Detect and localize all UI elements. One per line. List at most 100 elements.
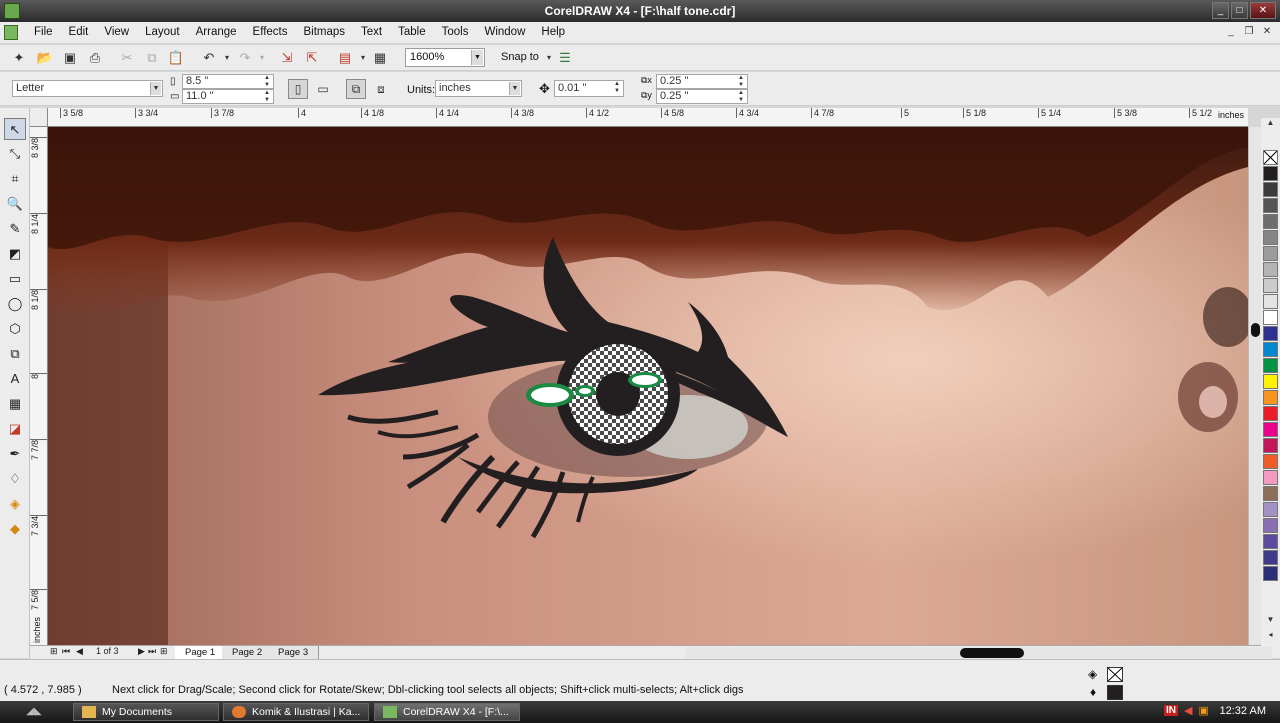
units-select[interactable]: inches ▼ bbox=[435, 80, 522, 97]
insert-page-after-icon[interactable]: ⊞ bbox=[160, 646, 168, 657]
taskbar-item-coreldraw[interactable]: CorelDRAW X4 - [F:\... bbox=[374, 703, 520, 721]
horizontal-scroll-thumb[interactable] bbox=[960, 648, 1024, 658]
vertical-ruler[interactable]: 8 3/8 8 1/4 8 1/8 8 7 7/8 7 3/4 7 5/8 in… bbox=[30, 127, 48, 645]
taskbar-item-my-documents[interactable]: My Documents bbox=[73, 703, 219, 721]
chevron-down-icon[interactable]: ▼ bbox=[471, 50, 483, 65]
color-swatch[interactable] bbox=[1263, 502, 1278, 517]
interactive-fill-tool-icon[interactable]: ◆ bbox=[4, 518, 26, 540]
menu-edit[interactable]: Edit bbox=[61, 26, 97, 38]
color-swatch[interactable] bbox=[1263, 566, 1278, 581]
doc-restore-button[interactable]: ❐ bbox=[1242, 25, 1256, 39]
paper-type-select[interactable]: Letter ▼ bbox=[12, 80, 163, 97]
language-indicator[interactable]: IN bbox=[1164, 705, 1178, 716]
application-launcher-icon[interactable]: ▤ bbox=[336, 49, 354, 67]
color-swatch[interactable] bbox=[1263, 358, 1278, 373]
color-swatch[interactable] bbox=[1263, 198, 1278, 213]
export-icon[interactable]: ⇱ bbox=[303, 49, 321, 67]
first-page-icon[interactable]: ⏮ bbox=[62, 646, 70, 657]
no-color-swatch[interactable] bbox=[1263, 150, 1278, 165]
outline-tool-icon[interactable]: ♢ bbox=[4, 468, 26, 490]
start-button[interactable]: ◢◣ bbox=[4, 703, 64, 721]
all-pages-icon[interactable]: ⧉ bbox=[346, 79, 366, 99]
basic-shapes-tool-icon[interactable]: ⧉ bbox=[4, 343, 26, 365]
duplicate-distance-x-field[interactable]: 0.25 " ▲ ▼ bbox=[656, 74, 748, 89]
options-icon[interactable]: ☰ bbox=[556, 49, 574, 67]
doc-close-button[interactable]: ✕ bbox=[1260, 25, 1274, 39]
open-folder-icon[interactable]: 📂 bbox=[36, 49, 54, 67]
vertical-scroll-thumb[interactable] bbox=[1251, 323, 1260, 337]
fill-outline-indicator[interactable]: ◈ ♦ bbox=[1087, 664, 1127, 700]
color-swatch[interactable] bbox=[1263, 182, 1278, 197]
new-document-icon[interactable]: ✦ bbox=[10, 49, 28, 67]
horizontal-ruler[interactable]: 3 5/8 3 3/4 3 7/8 4 4 1/8 4 1/4 4 3/8 4 … bbox=[48, 108, 1248, 127]
document-icon[interactable] bbox=[4, 25, 18, 40]
color-swatch[interactable] bbox=[1263, 294, 1278, 309]
menu-view[interactable]: View bbox=[96, 26, 137, 38]
crop-tool-icon[interactable]: ⌗ bbox=[4, 168, 26, 190]
menu-effects[interactable]: Effects bbox=[245, 26, 296, 38]
color-swatch[interactable] bbox=[1263, 406, 1278, 421]
interactive-blend-tool-icon[interactable]: ◪ bbox=[4, 418, 26, 440]
redo-dropdown-icon[interactable]: ▾ bbox=[253, 49, 271, 67]
ellipse-tool-icon[interactable]: ◯ bbox=[4, 293, 26, 315]
spinner-arrows-icon[interactable]: ▲ ▼ bbox=[262, 75, 272, 90]
tray-media-icon[interactable]: ▣ bbox=[1198, 704, 1208, 717]
chevron-down-icon[interactable]: ▼ bbox=[150, 82, 161, 95]
color-swatch[interactable] bbox=[1263, 262, 1278, 277]
menu-help[interactable]: Help bbox=[533, 26, 573, 38]
menu-table[interactable]: Table bbox=[390, 26, 434, 38]
color-swatch[interactable] bbox=[1263, 390, 1278, 405]
color-swatch[interactable] bbox=[1263, 374, 1278, 389]
vertical-scrollbar[interactable] bbox=[1248, 127, 1261, 645]
previous-page-icon[interactable]: ◀ bbox=[76, 646, 83, 657]
menu-arrange[interactable]: Arrange bbox=[188, 26, 245, 38]
drawing-canvas[interactable] bbox=[48, 127, 1248, 645]
copy-icon[interactable]: ⧉ bbox=[143, 49, 161, 67]
color-swatch[interactable] bbox=[1263, 342, 1278, 357]
portrait-orientation-icon[interactable]: ▯ bbox=[288, 79, 308, 99]
color-swatch[interactable] bbox=[1263, 486, 1278, 501]
page-width-field[interactable]: 8.5 " ▲ ▼ bbox=[182, 74, 274, 89]
tab-page-1[interactable]: Page 1 bbox=[175, 646, 227, 659]
polygon-tool-icon[interactable]: ⬡ bbox=[4, 318, 26, 340]
page-height-field[interactable]: 11.0 " ▲ ▼ bbox=[182, 89, 274, 104]
undo-dropdown-icon[interactable]: ▾ bbox=[218, 49, 236, 67]
spinner-arrows-icon[interactable]: ▲ ▼ bbox=[736, 90, 746, 105]
ruler-origin[interactable] bbox=[30, 108, 48, 127]
color-swatch[interactable] bbox=[1263, 438, 1278, 453]
color-swatch[interactable] bbox=[1263, 534, 1278, 549]
chevron-down-icon[interactable]: ▼ bbox=[509, 82, 520, 95]
menu-layout[interactable]: Layout bbox=[137, 26, 188, 38]
save-icon[interactable]: ▣ bbox=[61, 49, 79, 67]
eyedropper-tool-icon[interactable]: ✒ bbox=[4, 443, 26, 465]
next-page-icon[interactable]: ▶ bbox=[138, 646, 145, 657]
shape-tool-icon[interactable]: ⤡ bbox=[4, 143, 26, 165]
menu-bitmaps[interactable]: Bitmaps bbox=[295, 26, 353, 38]
color-swatch[interactable] bbox=[1263, 326, 1278, 341]
color-swatch[interactable] bbox=[1263, 310, 1278, 325]
color-swatch[interactable] bbox=[1263, 454, 1278, 469]
fill-tool-icon[interactable]: ◈ bbox=[4, 493, 26, 515]
tab-page-2[interactable]: Page 2 bbox=[222, 646, 274, 659]
nudge-distance-field[interactable]: 0.01 " ▲ ▼ bbox=[554, 80, 624, 97]
outline-color-swatch[interactable] bbox=[1107, 685, 1123, 700]
zoom-level-combo[interactable]: 1600% ▼ bbox=[405, 48, 485, 67]
import-icon[interactable]: ⇲ bbox=[278, 49, 296, 67]
landscape-orientation-icon[interactable]: ▭ bbox=[313, 79, 333, 99]
palette-expand-icon[interactable]: ◂ bbox=[1263, 630, 1278, 640]
color-swatch[interactable] bbox=[1263, 166, 1278, 181]
insert-page-before-icon[interactable]: ⊞ bbox=[50, 646, 58, 657]
cut-icon[interactable]: ✂ bbox=[118, 49, 136, 67]
current-page-icon[interactable]: ⧈ bbox=[371, 79, 391, 99]
menu-tools[interactable]: Tools bbox=[434, 26, 477, 38]
taskbar-item-firefox[interactable]: Komik & Ilustrasi | Ka... bbox=[223, 703, 369, 721]
menu-window[interactable]: Window bbox=[476, 26, 533, 38]
color-swatch[interactable] bbox=[1263, 230, 1278, 245]
color-swatch[interactable] bbox=[1263, 518, 1278, 533]
clock[interactable]: 12:32 AM bbox=[1220, 705, 1266, 717]
palette-scroll-up-icon[interactable]: ▲ bbox=[1263, 118, 1278, 128]
spinner-arrows-icon[interactable]: ▲ ▼ bbox=[612, 81, 622, 96]
spinner-arrows-icon[interactable]: ▲ ▼ bbox=[262, 90, 272, 105]
last-page-icon[interactable]: ⏭ bbox=[148, 646, 156, 657]
tab-page-3[interactable]: Page 3 bbox=[268, 646, 320, 659]
